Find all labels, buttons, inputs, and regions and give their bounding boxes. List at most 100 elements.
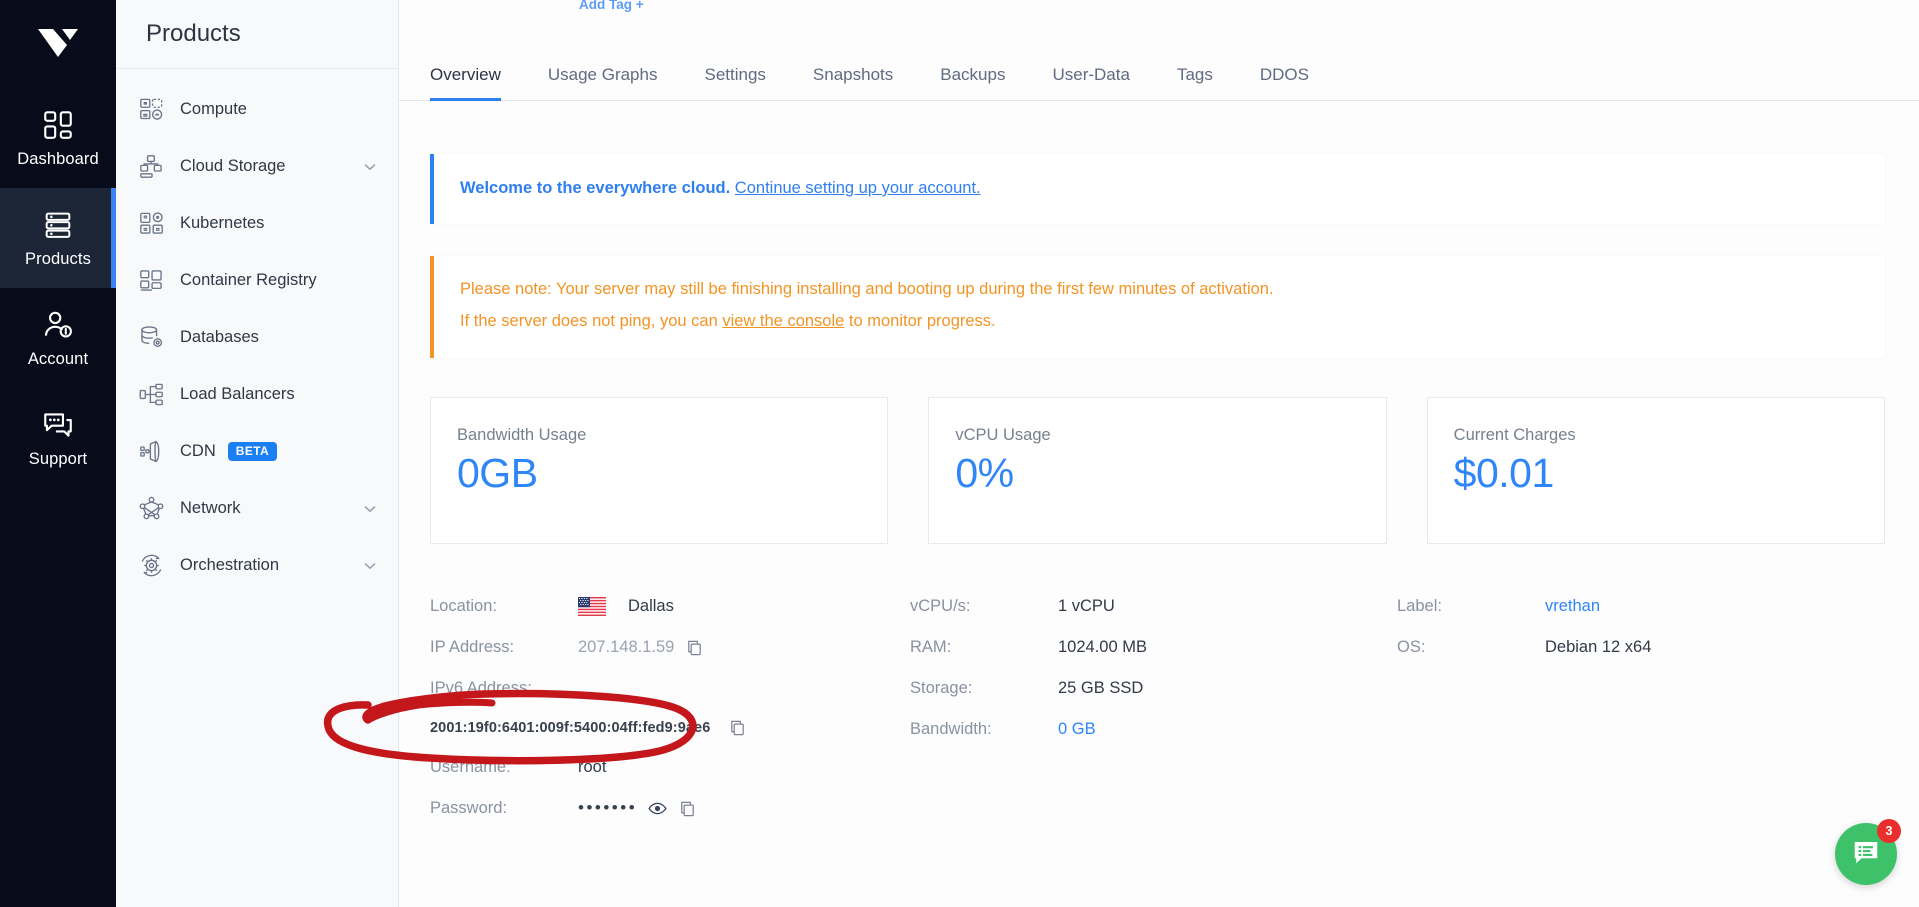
server-stack-icon [41, 208, 75, 242]
detail-value-label[interactable]: vrethan [1545, 597, 1600, 616]
copy-icon[interactable] [685, 638, 704, 657]
sidebar-label-container-registry: Container Registry [180, 271, 317, 289]
boot-note-line2-post: to monitor progress. [844, 312, 996, 331]
detail-row-label: Label: vrethan [1397, 586, 1817, 627]
detail-value-vcpus: 1 vCPU [1058, 596, 1115, 615]
chat-bubble-icon [1851, 837, 1881, 872]
view-console-link[interactable]: view the console [722, 312, 844, 330]
rail-label-dashboard: Dashboard [17, 150, 99, 169]
sidebar-item-compute[interactable]: Compute [116, 81, 398, 138]
detail-value-location-text: Dallas [628, 596, 674, 615]
cdn-beta-badge: BETA [227, 442, 278, 461]
detail-row-ip-address: IP Address: 207.148.1.59 [430, 627, 910, 668]
card-value-charges: $0.01 [1453, 449, 1555, 496]
sidebar-item-databases[interactable]: Databases [116, 309, 398, 366]
copy-icon[interactable] [728, 718, 747, 737]
sidebar-label-databases: Databases [180, 328, 259, 346]
sidebar-label-network: Network [180, 499, 241, 517]
tab-settings[interactable]: Settings [704, 65, 765, 100]
card-current-charges: Current Charges $0.01 [1426, 396, 1885, 544]
sidebar-item-kubernetes[interactable]: Kubernetes [116, 195, 398, 252]
chevron-down-icon[interactable] [362, 159, 378, 175]
welcome-banner-text: Welcome to the everywhere cloud. [460, 179, 731, 197]
instance-details: Location: Dallas IP Address: 207.148.1.5… [430, 586, 1885, 829]
database-icon [138, 324, 165, 351]
detail-label-username: Username: [430, 757, 511, 776]
detail-row-storage: Storage: 25 GB SSD [910, 668, 1397, 709]
tab-usage-graphs[interactable]: Usage Graphs [548, 65, 658, 100]
sidebar-label-cdn: CDN [180, 442, 216, 460]
detail-label-ram: RAM: [910, 637, 952, 656]
tab-tags[interactable]: Tags [1177, 65, 1213, 100]
chevron-down-icon[interactable] [362, 501, 378, 517]
card-value-vcpu: 0% [955, 449, 1014, 496]
tab-overview[interactable]: Overview [430, 65, 501, 101]
detail-value-password: ••••••• [578, 798, 697, 818]
rail-label-products: Products [25, 250, 91, 269]
rail-label-support: Support [28, 450, 88, 469]
sidebar-item-cloud-storage[interactable]: Cloud Storage [116, 138, 398, 195]
sidebar-item-container-registry[interactable]: Container Registry [116, 252, 398, 309]
add-tag-row: Add Tag + [399, 0, 1919, 24]
rail-item-support[interactable]: Support [0, 388, 116, 488]
details-column-2: vCPU/s: 1 vCPU RAM: 1024.00 MB Storage: … [910, 586, 1397, 829]
card-vcpu-usage: vCPU Usage 0% [928, 396, 1387, 544]
instance-tabs: Overview Usage Graphs Settings Snapshots… [399, 24, 1919, 101]
main-content: Add Tag + Overview Usage Graphs Settings… [399, 0, 1919, 907]
cloud-storage-icon [138, 153, 165, 180]
detail-label-os: OS: [1397, 637, 1426, 656]
tab-snapshots[interactable]: Snapshots [813, 65, 893, 100]
sidebar-item-orchestration[interactable]: Orchestration [116, 537, 398, 594]
detail-value-location: Dallas [578, 596, 674, 616]
app-root: Dashboard Products Account Support Produ… [0, 0, 1919, 907]
primary-nav-rail: Dashboard Products Account Support [0, 0, 116, 907]
tab-user-data[interactable]: User-Data [1052, 65, 1129, 100]
compute-icon [138, 96, 165, 123]
welcome-banner-link[interactable]: Continue setting up your account. [735, 179, 981, 197]
detail-row-password: Password: ••••••• [430, 788, 910, 829]
orchestration-icon [138, 552, 165, 579]
rail-item-dashboard[interactable]: Dashboard [0, 88, 116, 188]
sidebar-item-load-balancers[interactable]: Load Balancers [116, 366, 398, 423]
rail-item-products[interactable]: Products [0, 188, 116, 288]
welcome-banner: Welcome to the everywhere cloud. Continu… [430, 154, 1885, 224]
boot-note-line2: If the server does not ping, you can vie… [460, 309, 1859, 335]
detail-label-bandwidth: Bandwidth: [910, 719, 992, 738]
sidebar-label-load-balancers: Load Balancers [180, 385, 295, 403]
chat-icon [41, 408, 75, 442]
stat-cards: Bandwidth Usage 0GB vCPU Usage 0% Curren… [430, 396, 1885, 544]
detail-value-bandwidth[interactable]: 0 GB [1058, 720, 1096, 739]
vultr-logo-icon[interactable] [0, 0, 116, 88]
add-tag-button[interactable]: Add Tag + [579, 0, 644, 12]
detail-value-ip-address: 207.148.1.59 [578, 638, 704, 657]
sidebar-item-cdn[interactable]: CDN BETA [116, 423, 398, 480]
copy-icon[interactable] [678, 799, 697, 818]
sidebar-label-compute: Compute [180, 100, 247, 118]
detail-row-os: OS: Debian 12 x64 [1397, 627, 1817, 668]
detail-label-location: Location: [430, 596, 497, 615]
sidebar-label-cloud-storage: Cloud Storage [180, 157, 286, 175]
detail-row-vcpus: vCPU/s: 1 vCPU [910, 586, 1397, 627]
password-mask: ••••••• [578, 798, 638, 818]
detail-value-ip-address-text: 207.148.1.59 [578, 637, 675, 656]
card-title-vcpu: vCPU Usage [955, 425, 1051, 444]
detail-row-ram: RAM: 1024.00 MB [910, 627, 1397, 668]
rail-item-account[interactable]: Account [0, 288, 116, 388]
boot-note-line2-pre: If the server does not ping, you can [460, 312, 723, 331]
grid-icon [41, 108, 75, 142]
products-panel-header: Products [116, 0, 398, 69]
tab-backups[interactable]: Backups [940, 65, 1005, 100]
boot-note-line1: Please note: Your server may still be fi… [460, 279, 1274, 298]
sidebar-item-network[interactable]: Network [116, 480, 398, 537]
detail-label-storage: Storage: [910, 678, 973, 697]
detail-row-username: Username: root [430, 747, 910, 788]
detail-value-username: root [578, 757, 607, 776]
kubernetes-icon [138, 210, 165, 237]
tab-ddos[interactable]: DDOS [1260, 65, 1309, 100]
eye-icon[interactable] [648, 801, 667, 816]
chevron-down-icon[interactable] [362, 558, 378, 574]
details-column-3: Label: vrethan OS: Debian 12 x64 [1397, 586, 1817, 829]
overview-content: Welcome to the everywhere cloud. Continu… [399, 154, 1919, 829]
detail-value-os: Debian 12 x64 [1545, 637, 1652, 656]
support-chat-button[interactable]: 3 [1835, 819, 1901, 885]
